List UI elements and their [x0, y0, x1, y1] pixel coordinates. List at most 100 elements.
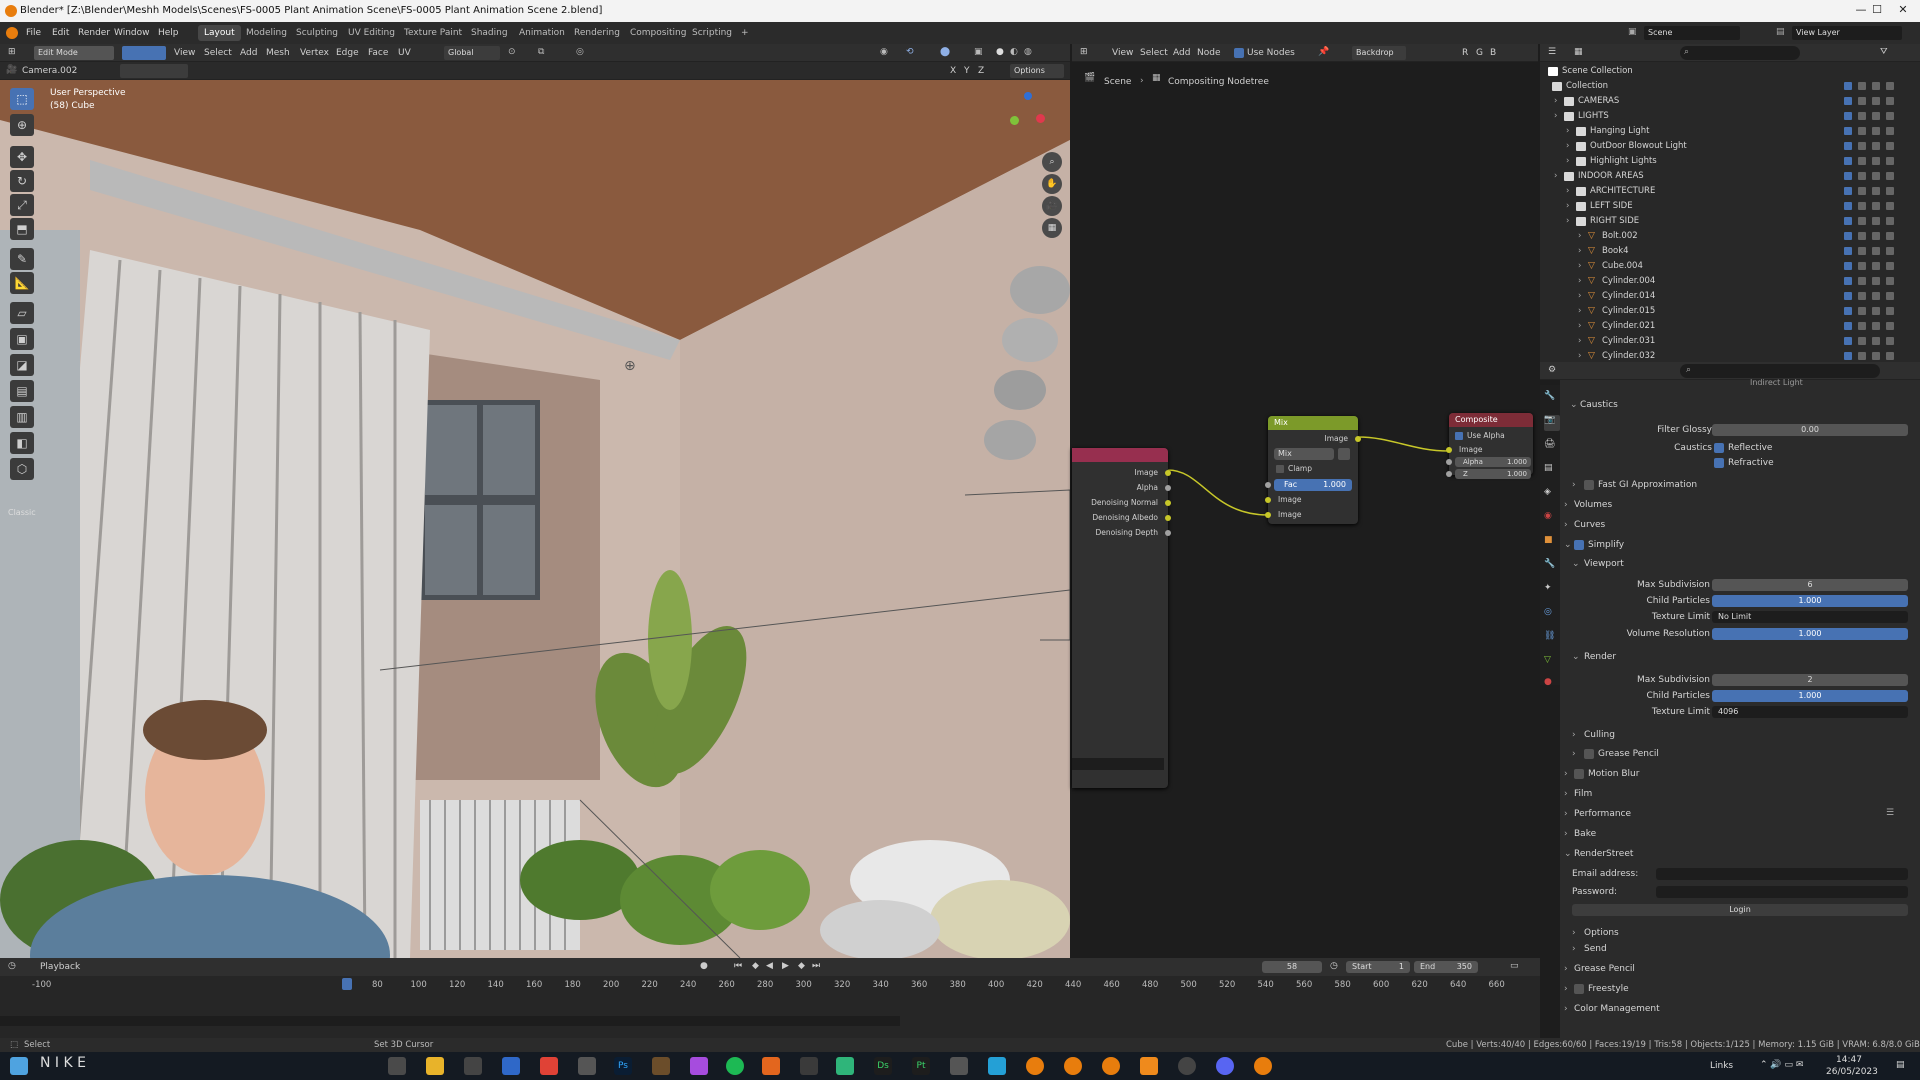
blender-taskbar-icon[interactable] — [1254, 1057, 1272, 1075]
active-camera-selector[interactable]: Camera.002 — [22, 66, 77, 76]
expand-chevron-icon[interactable]: › — [1554, 111, 1557, 121]
grease-pencil-panel-header[interactable]: Grease Pencil — [1574, 964, 1635, 974]
pin-icon[interactable]: 📌 — [1318, 47, 1329, 57]
app-icon[interactable] — [950, 1057, 968, 1075]
workspace-tab-uv-editing[interactable]: UV Editing — [342, 25, 401, 41]
expand-chevron-icon[interactable]: › — [1566, 216, 1569, 226]
visibility-eye-icon[interactable] — [1872, 232, 1880, 240]
expand-chevron-icon[interactable]: › — [1578, 321, 1581, 331]
exclude-checkbox[interactable] — [1844, 172, 1852, 180]
render-camera-icon[interactable] — [1886, 277, 1894, 285]
visibility-eye-icon[interactable] — [1872, 82, 1880, 90]
scene-selector[interactable]: Scene — [1644, 26, 1740, 40]
visibility-eye-icon[interactable] — [1872, 187, 1880, 195]
menu-file[interactable]: File — [26, 28, 41, 38]
app-icon[interactable] — [988, 1057, 1006, 1075]
menu-window[interactable]: Window — [114, 28, 150, 38]
exclude-checkbox[interactable] — [1844, 142, 1852, 150]
discord-icon[interactable] — [1216, 1057, 1234, 1075]
app-icon[interactable] — [652, 1057, 670, 1075]
exclude-checkbox[interactable] — [1844, 217, 1852, 225]
tool-rotate[interactable]: ↻ — [10, 170, 34, 192]
exclude-checkbox[interactable] — [1844, 277, 1852, 285]
blender-taskbar-icon[interactable] — [1102, 1057, 1120, 1075]
channel-g-toggle[interactable]: G — [1476, 48, 1483, 58]
outliner-row[interactable]: › ▽ Cube.004 — [1540, 259, 1900, 274]
outliner-row[interactable]: › ▽ Bolt.002 — [1540, 229, 1900, 244]
render-camera-icon[interactable] — [1886, 112, 1894, 120]
outliner-row[interactable]: › ▽ Cylinder.014 — [1540, 289, 1900, 304]
tool-select-box[interactable]: ⬚ — [10, 88, 34, 110]
workspace-tab-shading[interactable]: Shading — [465, 25, 514, 41]
axis-z-toggle[interactable]: Z — [978, 66, 984, 76]
tool-poly-build[interactable]: ⬡ — [10, 458, 34, 480]
jump-start-icon[interactable]: ⏮ — [734, 961, 742, 971]
render-layers-node[interactable]: Image Alpha Denoising Normal Denoising A… — [1072, 448, 1171, 788]
tray-icons[interactable]: ⌃ 🔊 ▭ ✉ — [1760, 1060, 1803, 1070]
viewport-menu-face[interactable]: Face — [368, 48, 388, 58]
render-camera-icon[interactable] — [1886, 292, 1894, 300]
exclude-checkbox[interactable] — [1844, 82, 1852, 90]
film-panel-header[interactable]: Film — [1574, 789, 1592, 799]
expand-chevron-icon[interactable]: › — [1578, 231, 1581, 241]
r-child-particles-field[interactable]: 1.000 — [1712, 690, 1908, 702]
play-reverse-icon[interactable]: ◀ — [766, 961, 773, 971]
menu-help[interactable]: Help — [158, 28, 179, 38]
view-layer-tab-icon[interactable]: ▤ — [1544, 463, 1553, 473]
tool-settings-buttons[interactable] — [120, 64, 188, 78]
expand-chevron-icon[interactable]: › — [1566, 126, 1569, 136]
use-alpha-toggle-icon[interactable] — [1338, 448, 1350, 460]
workspace-tab-compositing[interactable]: Compositing — [624, 25, 692, 41]
filter-icon[interactable]: ⛛ — [1880, 47, 1888, 57]
node-editor-type-icon[interactable]: ⊞ — [1080, 47, 1088, 57]
proportional-edit-icon[interactable]: ◎ — [576, 47, 584, 57]
snap-icon[interactable]: ⧉ — [538, 47, 544, 57]
output-socket[interactable] — [1165, 470, 1171, 476]
record-icon[interactable]: ● — [700, 961, 708, 971]
exclude-checkbox[interactable] — [1844, 127, 1852, 135]
expand-chevron-icon[interactable]: › — [1578, 306, 1581, 316]
app-icon[interactable] — [762, 1057, 780, 1075]
login-button[interactable]: Login — [1572, 904, 1908, 916]
material-tab-icon[interactable]: ● — [1544, 677, 1552, 687]
fac-slider[interactable]: Fac 1.000 — [1274, 479, 1352, 491]
outliner-row[interactable]: › Highlight Lights — [1540, 154, 1900, 169]
properties-editor-type-icon[interactable]: ⚙ — [1548, 365, 1556, 375]
render-camera-icon[interactable] — [1886, 127, 1894, 135]
z-field[interactable]: Z 1.000 — [1455, 469, 1531, 479]
fac-input-socket[interactable] — [1265, 482, 1271, 488]
menu-edit[interactable]: Edit — [52, 28, 69, 38]
outliner-row[interactable]: › LEFT SIDE — [1540, 199, 1900, 214]
expand-chevron-icon[interactable]: › — [1578, 351, 1581, 361]
tool-scale[interactable]: ⤢ — [10, 194, 34, 216]
viewport-menu-add[interactable]: Add — [240, 48, 257, 58]
visibility-eye-icon[interactable] — [1872, 262, 1880, 270]
exclude-checkbox[interactable] — [1844, 322, 1852, 330]
mix-input1-socket[interactable] — [1265, 497, 1271, 503]
exclude-checkbox[interactable] — [1844, 337, 1852, 345]
vp-child-particles-field[interactable]: 1.000 — [1712, 595, 1908, 607]
select-toggle-icon[interactable] — [1858, 292, 1866, 300]
tool-inset[interactable]: ◪ — [10, 354, 34, 376]
renderstreet-panel-header[interactable]: RenderStreet — [1574, 849, 1633, 859]
workspace-tab-animation[interactable]: Animation — [513, 25, 571, 41]
select-toggle-icon[interactable] — [1858, 82, 1866, 90]
pan-hand-icon[interactable]: ✋ — [1042, 174, 1062, 194]
windows-start-icon[interactable] — [10, 1057, 28, 1075]
vp-volume-resolution-field[interactable]: 1.000 — [1712, 628, 1908, 640]
refractive-checkbox[interactable] — [1714, 458, 1724, 468]
painter-icon[interactable]: Pt — [912, 1057, 930, 1075]
timeline[interactable]: ◷ Playback ● ⏮ ◆ ◀ ▶ ◆ ⏭ 58 ◷ Start 1 End… — [0, 958, 1540, 1038]
output-socket[interactable] — [1165, 515, 1171, 521]
outliner-row[interactable]: › CAMERAS — [1540, 94, 1900, 109]
select-toggle-icon[interactable] — [1858, 247, 1866, 255]
tool-move[interactable]: ✥ — [10, 146, 34, 168]
select-toggle-icon[interactable] — [1858, 307, 1866, 315]
outliner-row[interactable]: Collection — [1540, 79, 1900, 94]
visibility-eye-icon[interactable] — [1872, 202, 1880, 210]
expand-chevron-icon[interactable]: › — [1578, 276, 1581, 286]
viewport-menu-edge[interactable]: Edge — [336, 48, 359, 58]
exclude-checkbox[interactable] — [1844, 352, 1852, 360]
outliner-row-scene-collection[interactable]: Scene Collection — [1540, 64, 1900, 79]
shading-rendered-icon[interactable]: ◍ — [1024, 47, 1032, 57]
